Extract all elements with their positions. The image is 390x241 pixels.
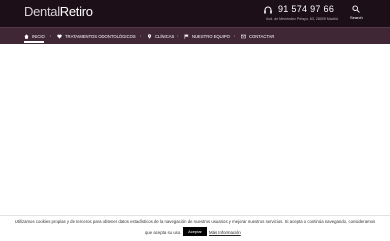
nav-item-label: Contactar (249, 33, 275, 39)
more-info-link[interactable]: Más Información (209, 230, 241, 235)
nav-item-tratamientos[interactable]: Tratamientos odontológicos (57, 28, 136, 44)
nav-separator: › (177, 33, 179, 38)
phone-number[interactable]: 91 574 97 66 (278, 4, 334, 14)
nav-active-indicator (24, 41, 44, 43)
clinic-address: Avd. de Menéndez Pelayo, 63, 28009 Madri… (266, 17, 338, 21)
flag-icon (184, 33, 189, 39)
nav-item-clinicas[interactable]: Clínicas (147, 28, 174, 44)
envelope-icon (241, 34, 246, 38)
nav-item-label: Tratamientos odontológicos (65, 33, 136, 39)
main-nav: Inicio › Tratamientos odontológicos › Cl… (0, 27, 390, 44)
nav-separator: › (234, 33, 236, 38)
headset-icon (264, 6, 272, 14)
search-icon[interactable] (352, 5, 360, 13)
cookie-message: Utilizamos cookies propias y de terceros… (14, 219, 376, 224)
nav-item-label: Nuestro equipo (192, 33, 230, 39)
cookie-message-end: que acepta su uso. (145, 230, 182, 235)
heart-icon (57, 34, 62, 39)
search-label[interactable]: Search (350, 15, 363, 20)
site-logo[interactable]: DentalRetiro (24, 4, 93, 19)
nav-separator: › (140, 33, 142, 38)
logo-text-retiro: Retiro (59, 4, 93, 19)
nav-item-label: Inicio (32, 33, 45, 39)
nav-item-contactar[interactable]: Contactar (241, 28, 274, 44)
logo-text-dental: Dental (24, 4, 60, 19)
nav-separator: › (50, 33, 52, 38)
nav-item-label: Clínicas (155, 33, 175, 39)
nav-item-equipo[interactable]: Nuestro equipo (184, 28, 230, 44)
cookie-banner: Utilizamos cookies propias y de terceros… (0, 215, 390, 241)
site-header: DentalRetiro 91 574 97 66 Avd. de Menénd… (0, 0, 390, 27)
accept-cookies-button[interactable]: Aceptar (183, 227, 207, 236)
home-icon (24, 33, 29, 39)
location-pin-icon (147, 33, 152, 39)
